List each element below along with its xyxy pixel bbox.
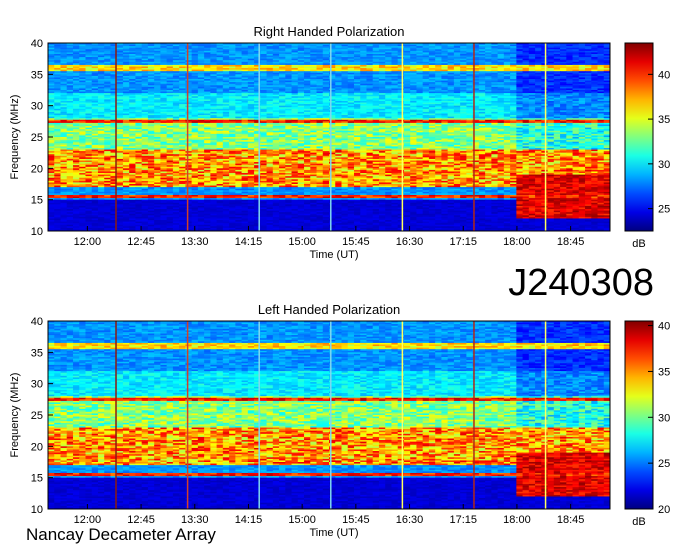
y-axis-label: Frequency (MHz) — [9, 373, 21, 458]
colorbar-tick-label: 30 — [658, 159, 670, 171]
x-tick-label: 16:30 — [396, 236, 424, 248]
x-tick-label: 14:15 — [235, 514, 263, 526]
y-tick-label: 20 — [31, 441, 43, 453]
y-axis-label: Frequency (MHz) — [9, 95, 21, 180]
x-tick-label: 15:45 — [342, 514, 370, 526]
x-axis-label: Time (UT) — [309, 249, 358, 261]
y-tick-label: 25 — [31, 410, 43, 422]
x-tick-label: 15:45 — [342, 236, 370, 248]
colorbar-tick-label: 35 — [658, 366, 670, 378]
y-tick-label: 35 — [31, 347, 43, 359]
colorbar — [624, 320, 654, 510]
y-tick-label: 10 — [31, 226, 43, 238]
colorbar-tick-label: 40 — [658, 69, 670, 81]
x-tick-label: 14:15 — [235, 236, 263, 248]
colorbar-tick-label: 35 — [658, 114, 670, 126]
y-tick-label: 40 — [31, 316, 43, 328]
x-tick-label: 16:30 — [396, 514, 424, 526]
x-tick-label: 18:00 — [503, 514, 531, 526]
x-tick-label: 15:00 — [288, 236, 316, 248]
y-tick-label: 30 — [31, 379, 43, 391]
x-axis-label: Time (UT) — [309, 527, 358, 539]
y-tick-label: 40 — [31, 38, 43, 50]
x-tick-label: 12:00 — [74, 236, 102, 248]
colorbar-label: dB — [632, 238, 645, 250]
y-tick-label: 20 — [31, 163, 43, 175]
colorbar-tick-label: 20 — [658, 504, 670, 516]
colorbar-label: dB — [632, 516, 645, 528]
colorbar-tick-label: 40 — [658, 321, 670, 333]
colorbar-tick-label: 25 — [658, 204, 670, 216]
x-tick-label: 18:45 — [557, 514, 585, 526]
colorbar-tick-label: 30 — [658, 412, 670, 424]
colorbar-tick-label: 25 — [658, 458, 670, 470]
chart-title: Right Handed Polarization — [253, 24, 404, 39]
y-tick-label: 15 — [31, 473, 43, 485]
instrument-label: Nancay Decameter Array — [26, 525, 216, 545]
heatmap — [48, 321, 610, 509]
x-tick-label: 12:45 — [127, 236, 155, 248]
x-tick-label: 17:15 — [449, 514, 477, 526]
x-tick-label: 17:15 — [449, 236, 477, 248]
y-tick-label: 25 — [31, 132, 43, 144]
colorbar — [624, 42, 654, 232]
x-tick-label: 18:45 — [557, 236, 585, 248]
y-tick-label: 10 — [31, 504, 43, 516]
panel-left-polarization: Left Handed Polarization1015202530354012… — [9, 302, 670, 539]
x-tick-label: 15:00 — [288, 514, 316, 526]
panel-right-polarization: Right Handed Polarization 10 15 20 25 30 35 40 1… — [9, 24, 670, 261]
y-tick-label: 30 — [31, 101, 43, 113]
x-tick-label: 13:30 — [181, 236, 209, 248]
heatmap — [48, 43, 610, 231]
x-tick-label: 18:00 — [503, 236, 531, 248]
observation-id: J240308 — [508, 262, 654, 305]
y-tick-label: 35 — [31, 69, 43, 81]
chart-title: Left Handed Polarization — [258, 302, 400, 317]
y-tick-label: 15 — [31, 195, 43, 207]
